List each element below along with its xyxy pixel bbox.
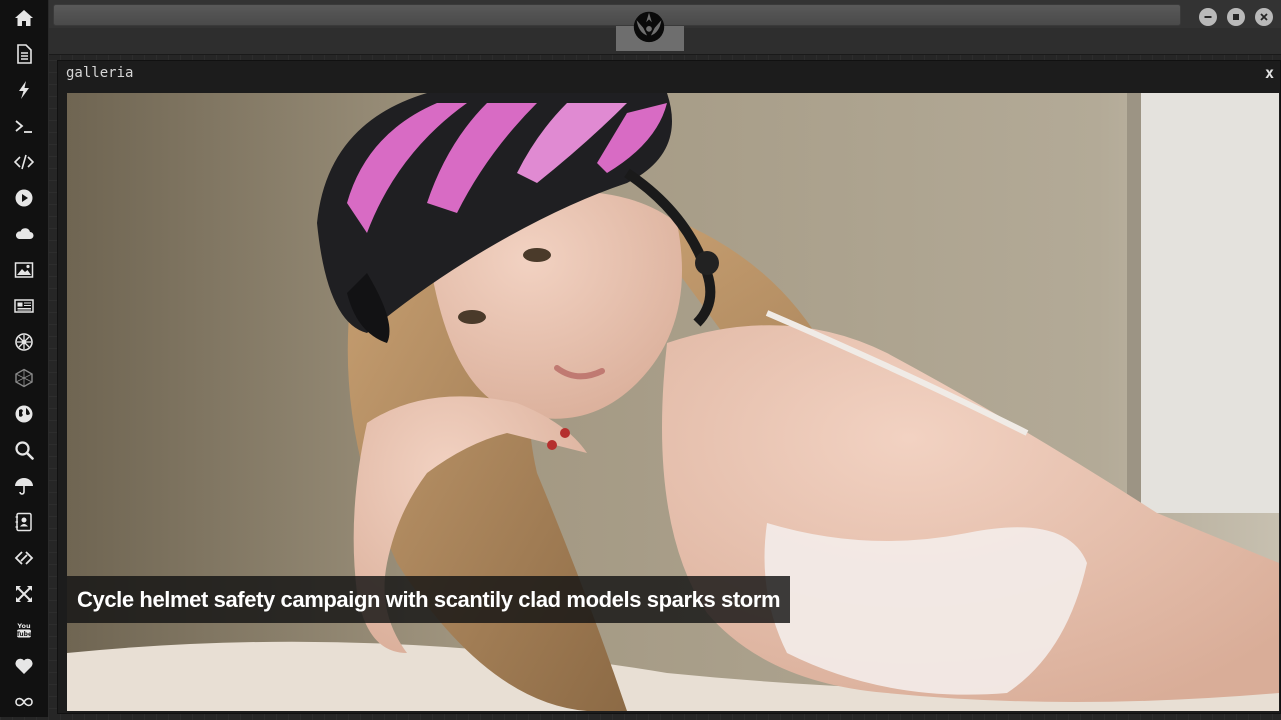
close-icon xyxy=(1260,13,1268,21)
newspaper-icon[interactable] xyxy=(0,288,48,324)
heart-icon[interactable] xyxy=(0,648,48,684)
bolt-icon[interactable] xyxy=(0,72,48,108)
youtube-icon[interactable]: You Tube xyxy=(0,612,48,648)
window-title: galleria xyxy=(66,65,134,81)
square-icon xyxy=(1233,14,1239,20)
app-dock: You Tube xyxy=(0,0,49,717)
svg-text:Tube: Tube xyxy=(16,631,32,638)
window-close-button[interactable]: x xyxy=(1265,64,1274,82)
address-bar[interactable] xyxy=(53,4,1181,26)
infinity-icon[interactable] xyxy=(0,684,48,720)
empire-icon[interactable] xyxy=(0,324,48,360)
contacts-icon[interactable] xyxy=(0,504,48,540)
link-icon[interactable] xyxy=(0,540,48,576)
play-icon[interactable] xyxy=(0,180,48,216)
globe-icon[interactable] xyxy=(0,396,48,432)
code-icon[interactable] xyxy=(0,144,48,180)
galleria-window: galleria x Cycle helmet safety campaign … xyxy=(57,60,1281,714)
home-icon[interactable] xyxy=(0,0,48,36)
image-icon[interactable] xyxy=(0,252,48,288)
document-icon[interactable] xyxy=(0,36,48,72)
minus-icon xyxy=(1204,16,1212,18)
cloud-icon[interactable] xyxy=(0,216,48,252)
hexagon-icon[interactable] xyxy=(0,360,48,396)
umbrella-icon[interactable] xyxy=(0,468,48,504)
minimize-button[interactable] xyxy=(1199,8,1217,26)
caption-text: Cycle helmet safety campaign with scanti… xyxy=(77,586,781,612)
close-window-button[interactable] xyxy=(1255,8,1273,26)
svg-text:You: You xyxy=(16,622,31,630)
search-icon[interactable] xyxy=(0,432,48,468)
maximize-button[interactable] xyxy=(1227,8,1245,26)
expand-icon[interactable] xyxy=(0,576,48,612)
terminal-icon[interactable] xyxy=(0,108,48,144)
photo-caption: Cycle helmet safety campaign with scanti… xyxy=(67,576,791,623)
rebel-alliance-logo-icon[interactable] xyxy=(630,7,668,45)
